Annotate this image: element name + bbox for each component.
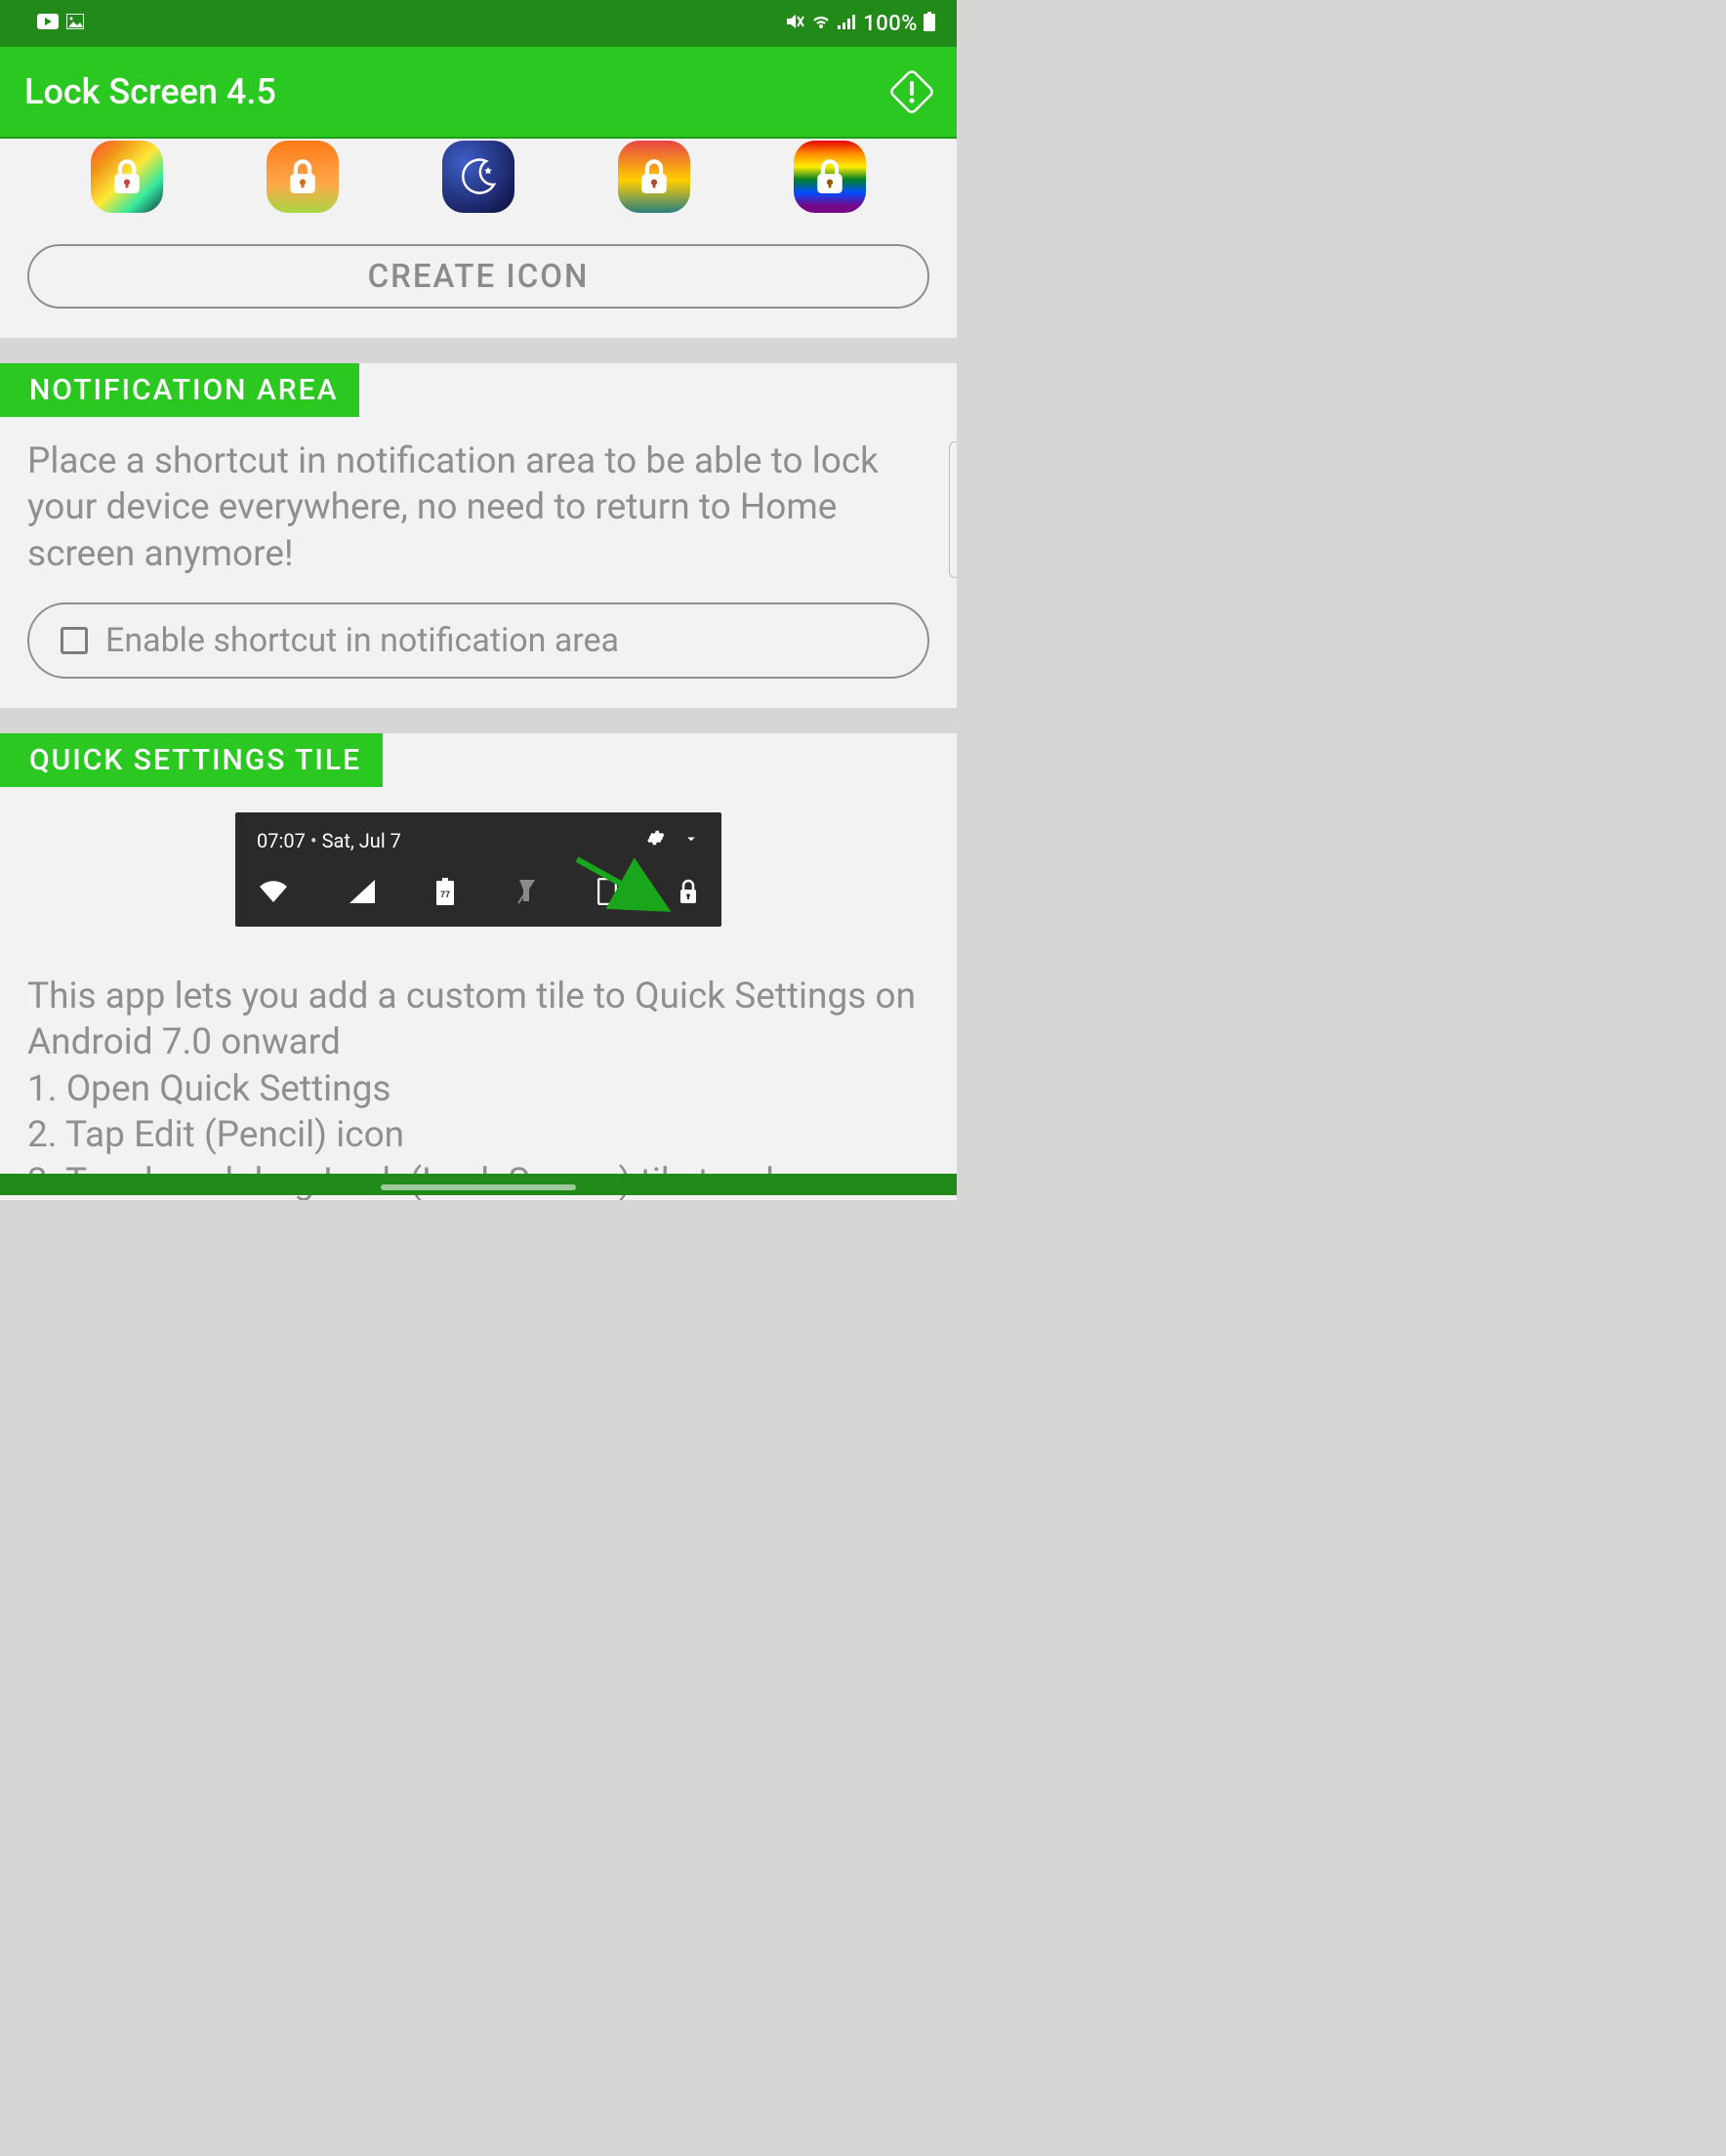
flashlight-tile-icon [516, 878, 536, 909]
enable-notification-shortcut-label: Enable shortcut in notification area [105, 621, 619, 660]
battery-icon [924, 12, 935, 35]
quick-settings-preview: 07:07 • Sat, Jul 7 77 [235, 812, 721, 927]
preview-dot: • [310, 829, 317, 852]
preview-time: 07:07 [257, 829, 306, 852]
warning-button[interactable] [884, 64, 939, 119]
app-bar: Lock Screen 4.5 [0, 47, 957, 139]
battery-percent: 100% [863, 12, 918, 36]
wifi-icon [810, 13, 832, 34]
wifi-tile-icon [259, 880, 288, 907]
quick-settings-heading: QUICK SETTINGS TILE [0, 733, 383, 787]
notification-area-body: Place a shortcut in notification area to… [0, 417, 957, 602]
image-icon [66, 14, 84, 33]
lock-tile-icon [678, 879, 698, 908]
icon-preset-sunset[interactable] [618, 141, 690, 213]
notification-area-section: NOTIFICATION AREA Place a shortcut in no… [0, 363, 957, 708]
icons-section: CREATE ICON [0, 139, 957, 338]
notification-area-heading: NOTIFICATION AREA [0, 363, 359, 417]
cellular-tile-icon [349, 880, 375, 907]
create-icon-button[interactable]: CREATE ICON [27, 244, 929, 309]
icon-preset-rainbow[interactable] [91, 141, 163, 213]
preview-date: Sat, Jul 7 [322, 829, 401, 852]
scroll-indicator [949, 441, 957, 578]
quick-settings-intro: This app lets you add a custom tile to Q… [27, 974, 929, 1066]
portrait-tile-icon [597, 878, 617, 909]
icon-preset-moon[interactable] [442, 141, 514, 213]
app-title: Lock Screen 4.5 [24, 71, 276, 112]
youtube-icon [37, 14, 59, 33]
icon-preset-orange[interactable] [267, 141, 339, 213]
enable-notification-shortcut-checkbox[interactable]: Enable shortcut in notification area [27, 602, 929, 679]
navigation-bar [0, 1174, 957, 1195]
quick-settings-step-2: 2. Tap Edit (Pencil) icon [27, 1112, 929, 1158]
chevron-down-icon [682, 829, 700, 852]
battery-tile-icon: 77 [436, 878, 454, 909]
icon-preset-pride[interactable] [794, 141, 866, 213]
nav-handle[interactable] [381, 1184, 576, 1190]
quick-settings-step-1: 1. Open Quick Settings [27, 1066, 929, 1112]
signal-icon [838, 14, 857, 33]
checkbox-box-icon [61, 627, 88, 654]
icon-preset-row [0, 139, 957, 244]
gear-icon [645, 828, 665, 852]
mute-icon [785, 12, 804, 35]
quick-settings-tile-section: QUICK SETTINGS TILE 07:07 • Sat, Jul 7 7… [0, 733, 957, 1199]
svg-text:77: 77 [440, 890, 450, 899]
status-bar: 100% [0, 0, 957, 47]
